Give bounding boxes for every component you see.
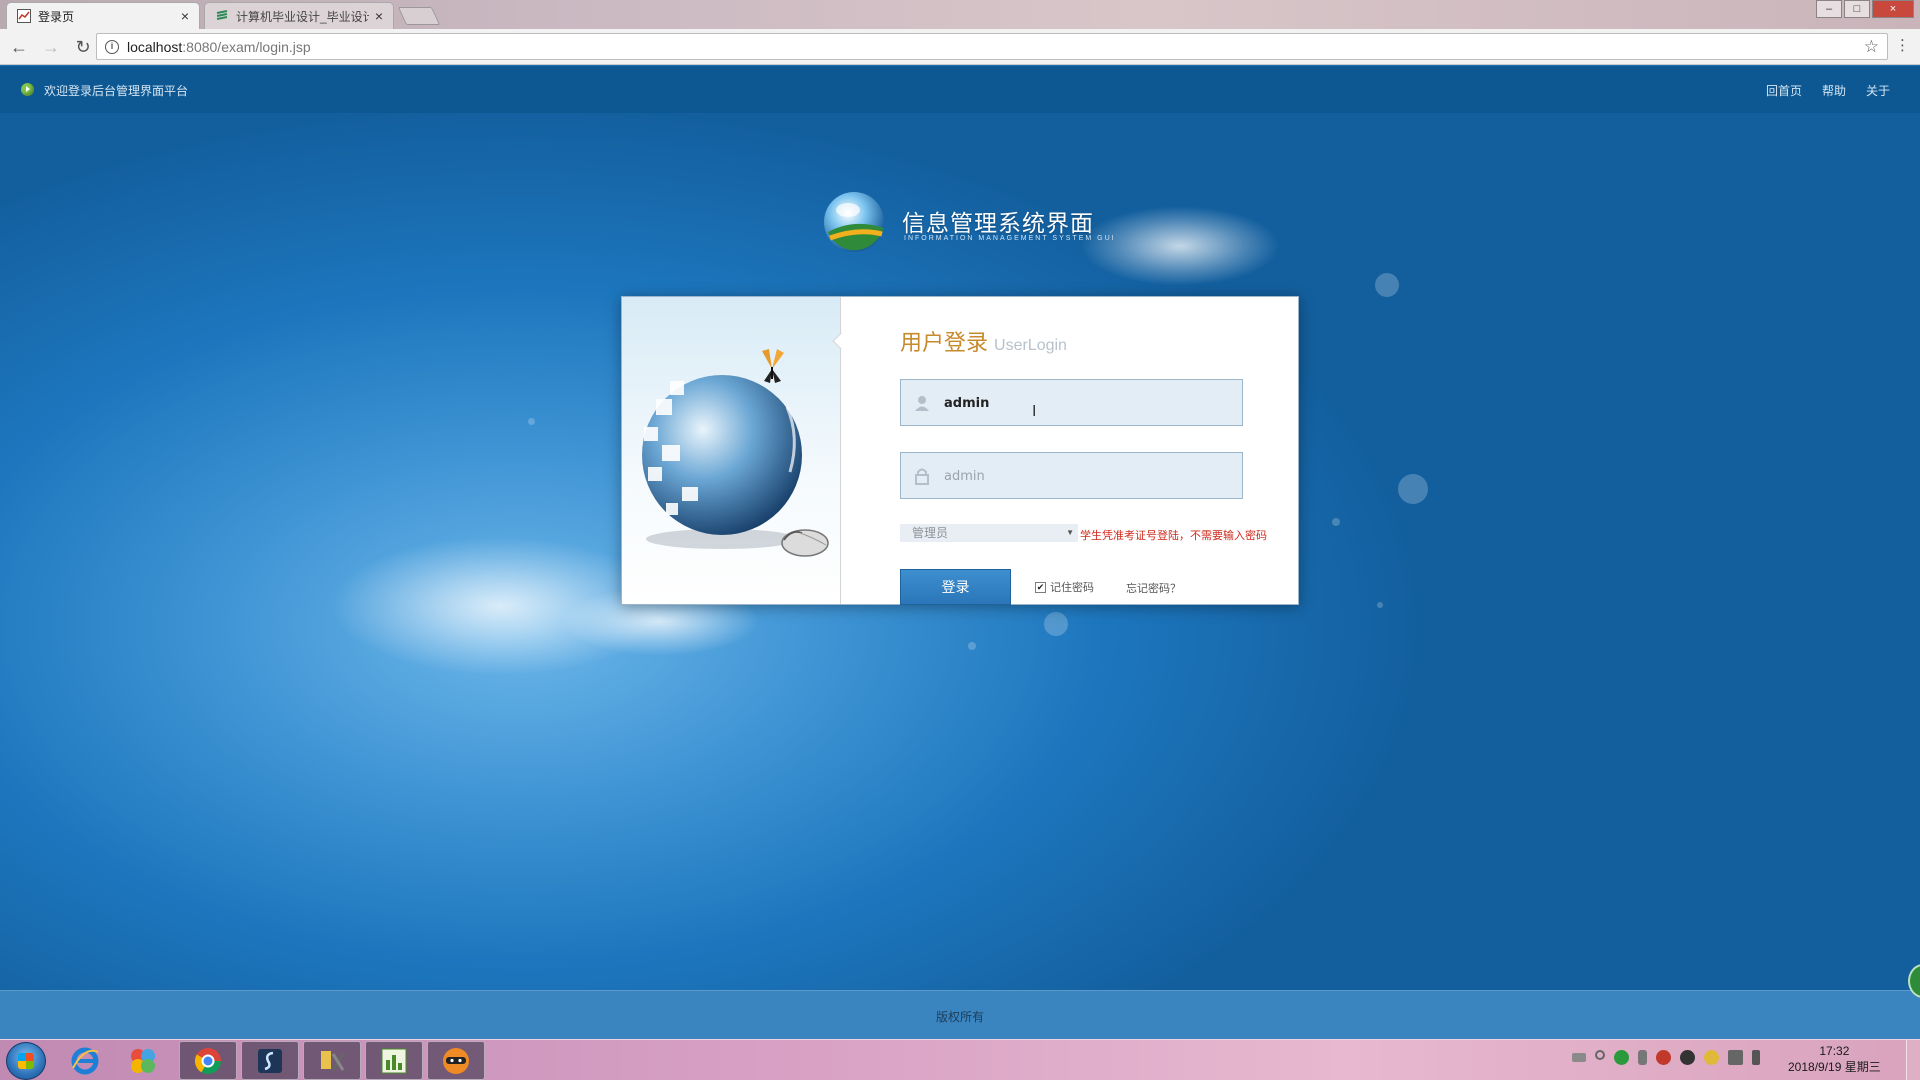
role-selected-value: 管理员	[912, 526, 949, 540]
bokeh-decoration	[968, 642, 976, 650]
reload-icon[interactable]: ↻	[70, 34, 96, 60]
close-icon[interactable]: ×	[375, 8, 383, 24]
chart-app-taskbar-button[interactable]	[365, 1041, 423, 1080]
page-header-bar: 欢迎登录后台管理界面平台 回首页 帮助 关于	[0, 66, 1920, 113]
keyboard-icon[interactable]	[1572, 1053, 1586, 1062]
url-host: localhost	[127, 38, 183, 55]
new-tab-button[interactable]	[397, 7, 441, 25]
text-cursor-icon: I	[1032, 403, 1037, 420]
window-controls: – □ ×	[1816, 0, 1914, 18]
windows-taskbar: 17:32 2018/9/19 星期三	[0, 1039, 1920, 1080]
nav-home-link[interactable]: 回首页	[1766, 82, 1802, 99]
lock-icon	[915, 468, 929, 485]
login-heading: 用户登录 UserLogin	[900, 325, 1067, 357]
tab-login[interactable]: 登录页 ×	[6, 2, 200, 29]
bokeh-decoration	[1375, 273, 1399, 297]
browser-toolbar: ← → ↻ i localhost:8080/exam/login.jsp ☆ …	[0, 29, 1920, 65]
copyright-text: 版权所有	[935, 1010, 984, 1024]
password-input[interactable]	[944, 465, 1224, 487]
username-field[interactable]	[900, 379, 1243, 426]
system-tray	[1572, 1050, 1760, 1065]
role-select[interactable]: 管理员 ▼	[900, 524, 1078, 542]
page-footer: 版权所有	[0, 990, 1920, 1039]
play-bullet-icon	[21, 83, 34, 96]
show-desktop-button[interactable]	[1906, 1040, 1920, 1080]
browser-menu-icon[interactable]: ⋮	[1895, 36, 1910, 56]
ninja-icon	[443, 1047, 469, 1074]
site-favicon-icon	[216, 10, 228, 20]
ie-taskbar-button[interactable]	[56, 1041, 114, 1080]
url-text: localhost:8080/exam/login.jsp	[127, 39, 311, 55]
chrome-taskbar-button[interactable]	[179, 1041, 237, 1080]
antivirus-icon[interactable]	[1656, 1050, 1671, 1065]
media-player-icon	[131, 1048, 155, 1073]
chart-app-icon	[381, 1048, 407, 1073]
bookmark-star-icon[interactable]: ☆	[1864, 37, 1879, 57]
remember-checkbox[interactable]: ✔	[1035, 581, 1046, 593]
back-arrow-icon[interactable]: ←	[6, 34, 32, 60]
internet-explorer-icon	[71, 1047, 99, 1074]
maximize-button[interactable]: □	[1844, 0, 1870, 18]
browser-tab-strip: 登录页 × 计算机毕业设计_毕业设计 × – □ ×	[0, 0, 1920, 29]
login-illustration	[622, 297, 841, 604]
puzzle-globe-icon	[642, 349, 829, 557]
remember-label: 记住密码	[1050, 582, 1094, 594]
bokeh-decoration	[1398, 474, 1428, 504]
welcome-text: 欢迎登录后台管理界面平台	[44, 84, 189, 98]
globe-logo-icon	[824, 192, 884, 252]
tools-taskbar-button[interactable]	[303, 1041, 361, 1080]
security-icon[interactable]	[1614, 1050, 1629, 1065]
volume-icon[interactable]	[1752, 1050, 1760, 1065]
script-editor-icon	[258, 1048, 282, 1073]
bokeh-decoration	[528, 418, 535, 425]
window-close-button[interactable]: ×	[1872, 0, 1914, 18]
address-bar[interactable]: i localhost:8080/exam/login.jsp ☆	[96, 33, 1888, 60]
bokeh-decoration	[1332, 518, 1340, 526]
site-info-icon[interactable]: i	[105, 39, 119, 54]
role-hint-text: 学生凭准考证号登陆，不需要输入密码	[1080, 530, 1267, 542]
chrome-icon	[194, 1047, 222, 1074]
forgot-password-link[interactable]: 忘记密码？	[1126, 580, 1181, 596]
media-taskbar-button[interactable]	[114, 1041, 172, 1080]
ninja-app-taskbar-button[interactable]	[427, 1041, 485, 1080]
login-title-en: UserLogin	[994, 337, 1067, 354]
tools-icon	[321, 1050, 345, 1071]
system-logo: 信息管理系统界面 INFORMATION MANAGEMENT SYSTEM G…	[818, 184, 1258, 264]
url-path: :8080/exam/login.jsp	[182, 38, 311, 55]
chevron-down-icon: ▼	[1066, 528, 1074, 537]
start-button[interactable]	[6, 1042, 46, 1080]
clock-date: 2018/9/19 星期三	[1788, 1060, 1881, 1074]
update-icon[interactable]	[1704, 1050, 1719, 1065]
app-tray-icon[interactable]	[1680, 1050, 1695, 1065]
network-icon[interactable]	[1595, 1050, 1605, 1060]
nav-help-link[interactable]: 帮助	[1822, 82, 1846, 99]
eclipse-taskbar-button[interactable]	[241, 1041, 299, 1080]
remember-password[interactable]: ✔ 记住密码	[1035, 579, 1094, 595]
tab-title: 登录页	[38, 9, 75, 24]
page-favicon-icon	[17, 9, 31, 23]
close-icon[interactable]: ×	[181, 8, 189, 24]
user-icon	[915, 396, 929, 411]
header-nav: 回首页 帮助 关于	[1766, 82, 1890, 99]
login-title-zh: 用户登录	[900, 330, 989, 355]
display-icon[interactable]	[1728, 1050, 1743, 1065]
username-input[interactable]	[944, 392, 1224, 414]
password-field[interactable]	[900, 452, 1243, 499]
tab-graduation-design[interactable]: 计算机毕业设计_毕业设计 ×	[204, 2, 394, 29]
system-subtitle: INFORMATION MANAGEMENT SYSTEM GUI	[904, 235, 1116, 242]
tab-title: 计算机毕业设计_毕业设计	[236, 9, 369, 24]
login-panel: 用户登录 UserLogin 管理员 ▼ 学生凭准考证号登陆，不需要输入密码 登录…	[621, 296, 1299, 605]
usb-icon[interactable]	[1638, 1050, 1647, 1065]
clock-time: 17:32	[1819, 1044, 1850, 1058]
login-page: 欢迎登录后台管理界面平台 回首页 帮助 关于 信息管理系统界面 INFORMAT…	[0, 66, 1920, 1039]
bokeh-decoration	[1044, 612, 1068, 636]
nav-about-link[interactable]: 关于	[1866, 82, 1890, 99]
minimize-button[interactable]: –	[1816, 0, 1842, 18]
bokeh-decoration	[1377, 602, 1383, 608]
login-button[interactable]: 登录	[900, 569, 1011, 605]
forward-arrow-icon[interactable]: →	[38, 34, 64, 60]
taskbar-clock[interactable]: 17:32 2018/9/19 星期三	[1788, 1043, 1881, 1075]
system-title: 信息管理系统界面	[902, 210, 1094, 236]
